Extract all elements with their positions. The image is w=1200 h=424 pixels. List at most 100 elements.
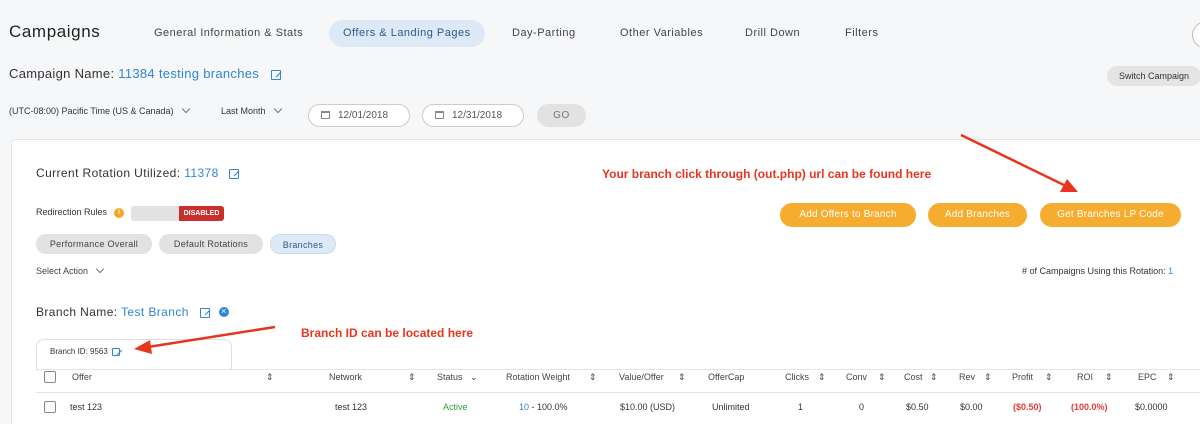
- redirection-state: DISABLED: [179, 206, 224, 221]
- tab-drill-down[interactable]: Drill Down: [731, 20, 814, 47]
- header-clicks: Clicks: [785, 372, 809, 382]
- tab-offers-landing-pages[interactable]: Offers & Landing Pages: [329, 20, 485, 47]
- rotation-label: Current Rotation Utilized:: [36, 166, 181, 180]
- end-date-input[interactable]: 12/31/2018: [422, 104, 524, 127]
- annotation-branch-id: Branch ID can be located here: [301, 326, 474, 340]
- campaigns-using-rotation: # of Campaigns Using this Rotation: 1: [1022, 266, 1173, 276]
- edit-icon[interactable]: [112, 347, 121, 356]
- sort-weight-icon[interactable]: ⇕: [589, 372, 597, 383]
- sort-roi-icon[interactable]: ⇕: [1105, 372, 1113, 383]
- branch-name-row: Branch Name: Test Branch: [36, 305, 210, 319]
- tab-branches[interactable]: Branches: [270, 234, 336, 254]
- range-select[interactable]: Last Month: [221, 104, 282, 116]
- header-offer: Offer: [72, 372, 92, 382]
- start-date-input[interactable]: 12/01/2018: [308, 104, 410, 127]
- cell-profit: ($0.50): [1013, 402, 1042, 412]
- sort-clicks-icon[interactable]: ⇕: [818, 372, 826, 383]
- cell-network: test 123: [335, 402, 368, 412]
- timezone-select[interactable]: (UTC-08:00) Pacific Time (US & Canada): [9, 104, 190, 116]
- branch-id-label: Branch ID: 9563: [50, 347, 108, 356]
- switch-campaign-button[interactable]: Switch Campaign: [1107, 66, 1200, 86]
- sort-conv-icon[interactable]: ⇕: [878, 372, 886, 383]
- chevron-down-icon: [273, 104, 282, 114]
- branch-id-tab[interactable]: Branch ID: 9563: [36, 339, 232, 369]
- header-network: Network: [329, 372, 363, 382]
- campaign-name-row: Campaign Name: 11384 testing branches: [9, 66, 281, 81]
- annotation-branch-url: Your branch click through (out.php) url …: [602, 167, 932, 181]
- header-roi: ROI: [1077, 372, 1094, 382]
- cell-rev: $0.00: [960, 402, 983, 412]
- cell-cap: Unlimited: [712, 402, 750, 412]
- menu-button[interactable]: [1192, 21, 1200, 49]
- get-lp-code-button[interactable]: Get Branches LP Code: [1040, 203, 1181, 227]
- add-branches-button[interactable]: Add Branches: [928, 203, 1027, 227]
- campaigns-using-count[interactable]: 1: [1168, 266, 1173, 276]
- cell-weight: 10 - 100.0%: [519, 402, 568, 412]
- campaign-name-label: Campaign Name:: [9, 66, 115, 81]
- redirection-rules-label: Redirection Rules: [36, 207, 108, 217]
- sort-rev-icon[interactable]: ⇕: [984, 372, 992, 383]
- header-value-offer: Value/Offer: [619, 372, 664, 382]
- header-rev: Rev: [959, 372, 976, 382]
- campaign-name-value[interactable]: 11384 testing branches: [118, 66, 259, 81]
- branch-name-value[interactable]: Test Branch: [121, 305, 189, 319]
- cell-clicks: 1: [798, 402, 804, 412]
- chevron-down-icon: [95, 264, 105, 274]
- start-date-value: 12/01/2018: [338, 110, 389, 121]
- table-divider: [36, 369, 1200, 370]
- sort-epc-icon[interactable]: ⇕: [1167, 372, 1175, 383]
- calendar-icon: [435, 111, 444, 119]
- cell-status: Active: [443, 402, 468, 412]
- sort-profit-icon[interactable]: ⇕: [1045, 372, 1053, 383]
- cell-epc: $0.0000: [1135, 402, 1168, 412]
- header-offercap: OfferCap: [708, 372, 745, 382]
- select-all-checkbox[interactable]: [44, 371, 56, 383]
- select-action-label: Select Action: [36, 266, 89, 276]
- timezone-value: (UTC-08:00) Pacific Time (US & Canada): [9, 106, 174, 116]
- redirection-toggle[interactable]: DISABLED: [131, 206, 224, 221]
- tab-filters[interactable]: Filters: [831, 20, 892, 47]
- cell-cost: $0.50: [906, 402, 929, 412]
- header-rotation-weight: Rotation Weight: [506, 372, 570, 382]
- remove-branch-icon[interactable]: [219, 306, 229, 317]
- edit-icon[interactable]: [271, 69, 281, 80]
- weight-value[interactable]: 10: [519, 402, 529, 412]
- sort-network-icon[interactable]: ⇕: [408, 372, 416, 383]
- header-conv: Conv: [846, 372, 868, 382]
- branch-name-label: Branch Name:: [36, 305, 118, 319]
- header-epc: EPC: [1138, 372, 1157, 382]
- header-status: Status: [437, 372, 463, 382]
- tab-day-parting[interactable]: Day-Parting: [498, 20, 590, 47]
- sort-status-icon[interactable]: ⌄: [470, 372, 478, 383]
- rotation-value[interactable]: 11378: [184, 166, 218, 180]
- sort-value-icon[interactable]: ⇕: [678, 372, 686, 383]
- cell-value: $10.00 (USD): [620, 402, 676, 412]
- header-cost: Cost: [904, 372, 923, 382]
- sort-offer-icon[interactable]: ⇕: [266, 372, 274, 383]
- range-value: Last Month: [221, 106, 266, 116]
- edit-icon[interactable]: [229, 168, 240, 179]
- sort-cost-icon[interactable]: ⇕: [930, 372, 938, 383]
- cell-offer[interactable]: test 123: [70, 402, 102, 412]
- tab-default-rotations[interactable]: Default Rotations: [159, 234, 263, 254]
- info-icon[interactable]: i: [114, 208, 124, 218]
- header-profit: Profit: [1012, 372, 1034, 382]
- page-title: Campaigns: [9, 22, 101, 41]
- weight-pct: - 100.0%: [531, 402, 568, 412]
- chevron-down-icon: [181, 104, 190, 114]
- edit-icon[interactable]: [199, 307, 210, 318]
- cell-roi: (100.0%): [1071, 402, 1108, 412]
- row-checkbox[interactable]: [44, 401, 56, 413]
- end-date-value: 12/31/2018: [452, 110, 503, 121]
- table-divider: [36, 392, 1200, 393]
- calendar-icon: [321, 111, 330, 119]
- campaigns-using-label: # of Campaigns Using this Rotation:: [1022, 266, 1166, 276]
- select-action-dropdown[interactable]: Select Action: [36, 264, 105, 276]
- go-button[interactable]: GO: [537, 104, 586, 127]
- rotation-row: Current Rotation Utilized: 11378: [36, 166, 240, 180]
- tab-general-information[interactable]: General Information & Stats: [140, 20, 317, 47]
- cell-conv: 0: [859, 402, 865, 412]
- add-offers-button[interactable]: Add Offers to Branch: [780, 203, 916, 227]
- tab-other-variables[interactable]: Other Variables: [606, 20, 717, 47]
- tab-performance-overall[interactable]: Performance Overall: [36, 234, 152, 254]
